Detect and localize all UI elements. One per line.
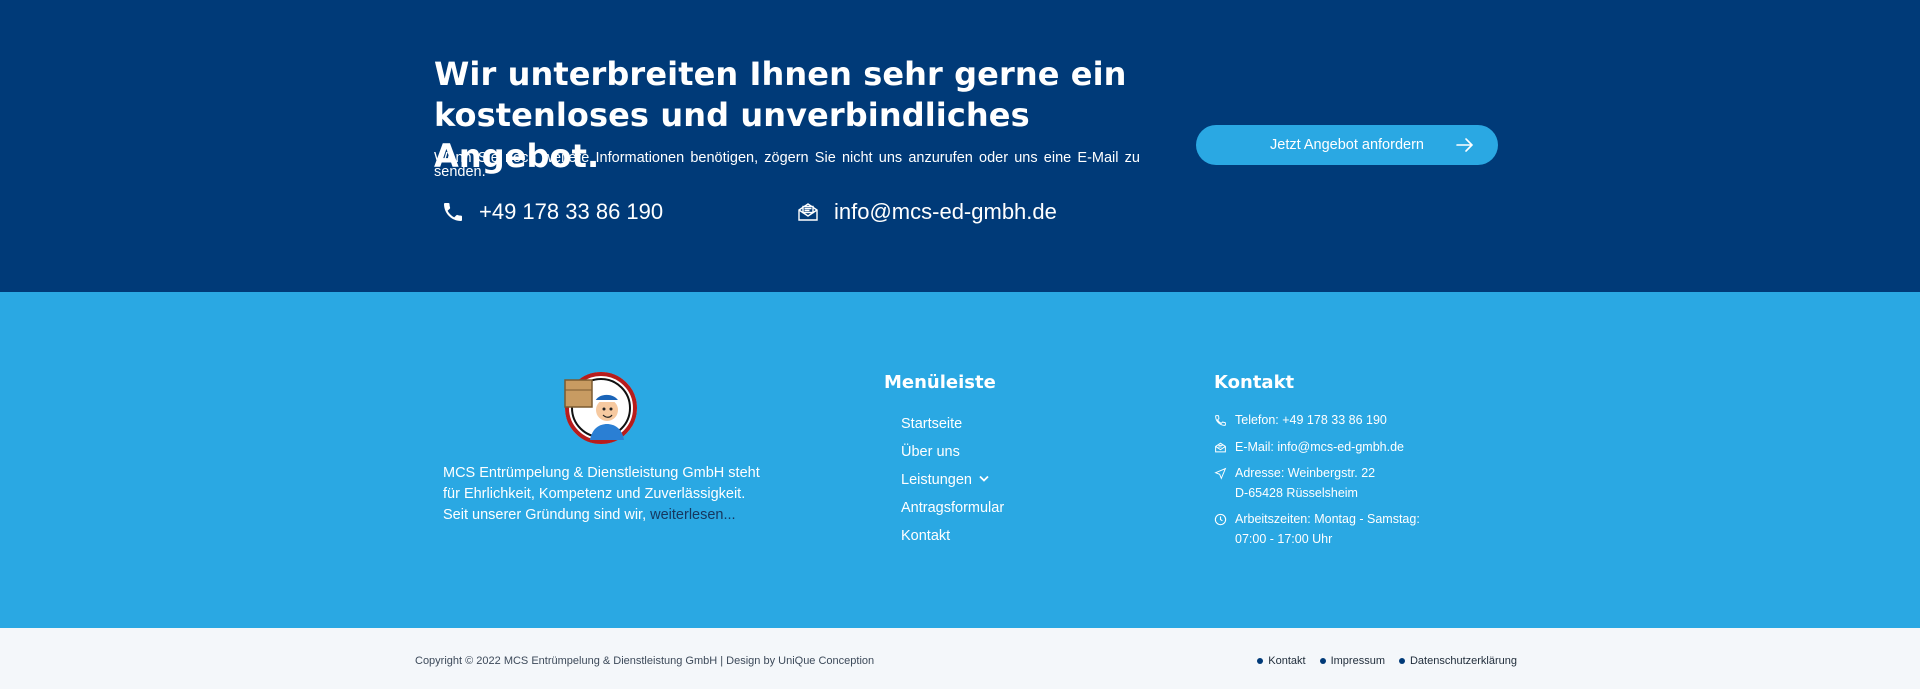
- mail-icon: [1215, 442, 1226, 452]
- kontakt-hours: Arbeitszeiten: Montag - Samstag: 07:00 -…: [1214, 510, 1420, 549]
- menu-item-kontakt[interactable]: Kontakt: [901, 526, 1004, 554]
- bottom-bar: [0, 628, 1920, 689]
- cta-section: Wir unterbreiten Ihnen sehr gerne ein ko…: [0, 0, 1920, 292]
- cta-email-text: info@mcs-ed-gmbh.de: [834, 199, 1057, 224]
- cta-phone[interactable]: +49 178 33 86 190: [441, 199, 663, 225]
- menu-item-antragsformular[interactable]: Antragsformular: [901, 498, 1004, 526]
- legal-link-kontakt[interactable]: Kontakt: [1257, 655, 1306, 667]
- menu-item-leistungen[interactable]: Leistungen: [901, 470, 1004, 498]
- phone-icon: [1215, 415, 1226, 426]
- menu-item-startseite[interactable]: Startseite: [901, 414, 1004, 442]
- arrow-right-icon: [1456, 138, 1474, 152]
- menu-item-ueber-uns[interactable]: Über uns: [901, 442, 1004, 470]
- request-offer-label: Jetzt Angebot anfordern: [1270, 137, 1424, 153]
- mail-icon: [796, 200, 820, 224]
- kontakt-title: Kontakt: [1214, 372, 1295, 393]
- logo-mascot[interactable]: [560, 370, 642, 446]
- kontakt-list: Telefon: +49 178 33 86 190 E-Mail: info@…: [1214, 411, 1420, 556]
- cta-email[interactable]: info@mcs-ed-gmbh.de: [796, 199, 1057, 225]
- cta-phone-text: +49 178 33 86 190: [479, 199, 664, 224]
- legal-links: Kontakt Impressum Datenschutzerklärung: [1243, 655, 1517, 667]
- location-icon: [1214, 467, 1227, 480]
- kontakt-email[interactable]: E-Mail: info@mcs-ed-gmbh.de: [1214, 438, 1420, 458]
- kontakt-phone[interactable]: Telefon: +49 178 33 86 190: [1214, 411, 1420, 431]
- clock-icon: [1214, 513, 1227, 526]
- copyright: Copyright © 2022 MCS Entrümpelung & Dien…: [415, 655, 875, 667]
- chevron-down-icon[interactable]: [979, 475, 989, 483]
- cta-description: Wenn Sie noch weitere Informationen benö…: [434, 150, 1140, 180]
- legal-link-datenschutz[interactable]: Datenschutzerklärung: [1398, 655, 1517, 667]
- read-more-link[interactable]: weiterlesen...: [650, 507, 735, 523]
- about-text: MCS Entrümpelung & Dienstleistung GmbH s…: [443, 463, 763, 526]
- phone-icon: [441, 200, 465, 224]
- request-offer-button[interactable]: Jetzt Angebot anfordern: [1196, 125, 1498, 165]
- menu-title: Menüleiste: [884, 372, 996, 393]
- kontakt-address: Adresse: Weinbergstr. 22 D-65428 Rüssels…: [1214, 464, 1420, 503]
- footer-menu: Startseite Über uns Leistungen Antragsfo…: [901, 414, 1004, 554]
- legal-link-impressum[interactable]: Impressum: [1319, 655, 1385, 667]
